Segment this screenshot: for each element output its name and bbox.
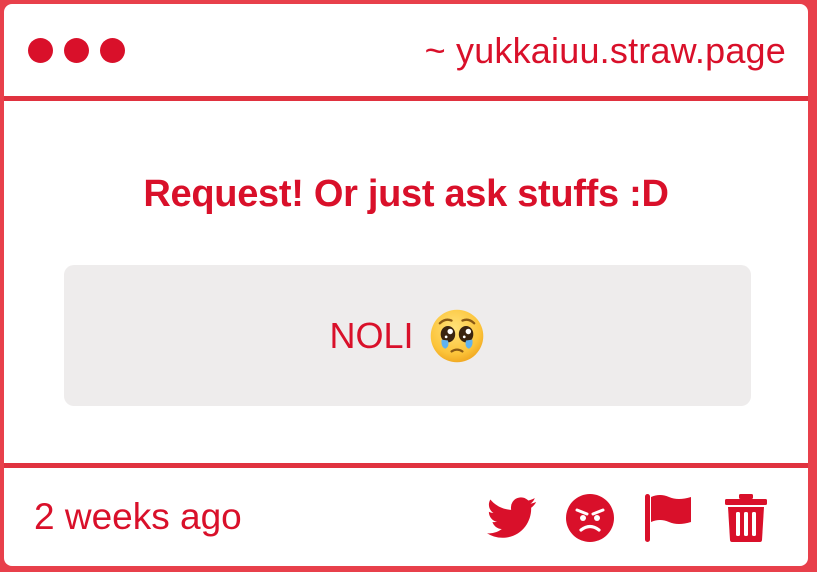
- angry-face-icon: [566, 494, 614, 542]
- window-dot-1: [28, 38, 53, 63]
- flag-icon: [645, 494, 691, 542]
- window-controls: [28, 38, 125, 63]
- main-content: Request! Or just ask stuffs :D NOLI: [4, 101, 808, 463]
- window-dot-3: [100, 38, 125, 63]
- twitter-icon: [487, 497, 537, 538]
- post-timestamp: 2 weeks ago: [34, 496, 242, 537]
- trash-icon: [725, 494, 767, 542]
- window-dot-2: [64, 38, 89, 63]
- pleading-face-with-tears-icon: [430, 309, 483, 362]
- post-actions: [486, 492, 772, 544]
- report-flag-button[interactable]: [642, 492, 694, 544]
- page-url[interactable]: ~ yukkaiuu.straw.page: [425, 30, 786, 72]
- react-angry-button[interactable]: [564, 492, 616, 544]
- post-footer: 2 weeks ago: [4, 468, 808, 566]
- post-card: ~ yukkaiuu.straw.page Request! Or just a…: [4, 4, 808, 566]
- message-text: NOLI: [329, 314, 414, 356]
- message-box: NOLI: [64, 265, 751, 406]
- share-twitter-button[interactable]: [486, 492, 538, 544]
- delete-button[interactable]: [720, 492, 772, 544]
- page-title: Request! Or just ask stuffs :D: [143, 173, 669, 215]
- window-titlebar: ~ yukkaiuu.straw.page: [4, 4, 808, 97]
